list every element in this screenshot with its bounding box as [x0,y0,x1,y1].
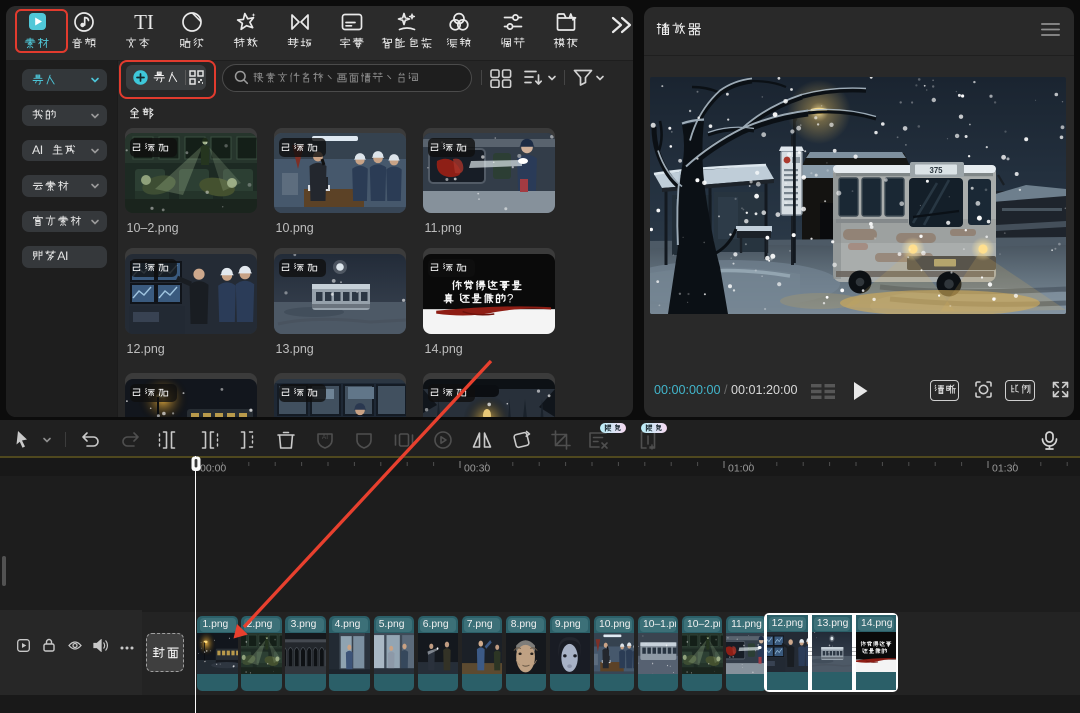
svg-text:00:30: 00:30 [464,462,490,474]
svg-text:TI: TI [134,10,154,34]
svg-text:00:00: 00:00 [200,462,226,474]
svg-text:I: I [40,143,43,157]
svg-text:AI: AI [322,434,328,441]
svg-text:01:00: 01:00 [728,462,754,474]
svg-text:I: I [65,249,68,263]
svg-text:01:30: 01:30 [992,462,1018,474]
svg-text:375: 375 [929,166,943,175]
svg-text:?: ? [507,292,514,305]
